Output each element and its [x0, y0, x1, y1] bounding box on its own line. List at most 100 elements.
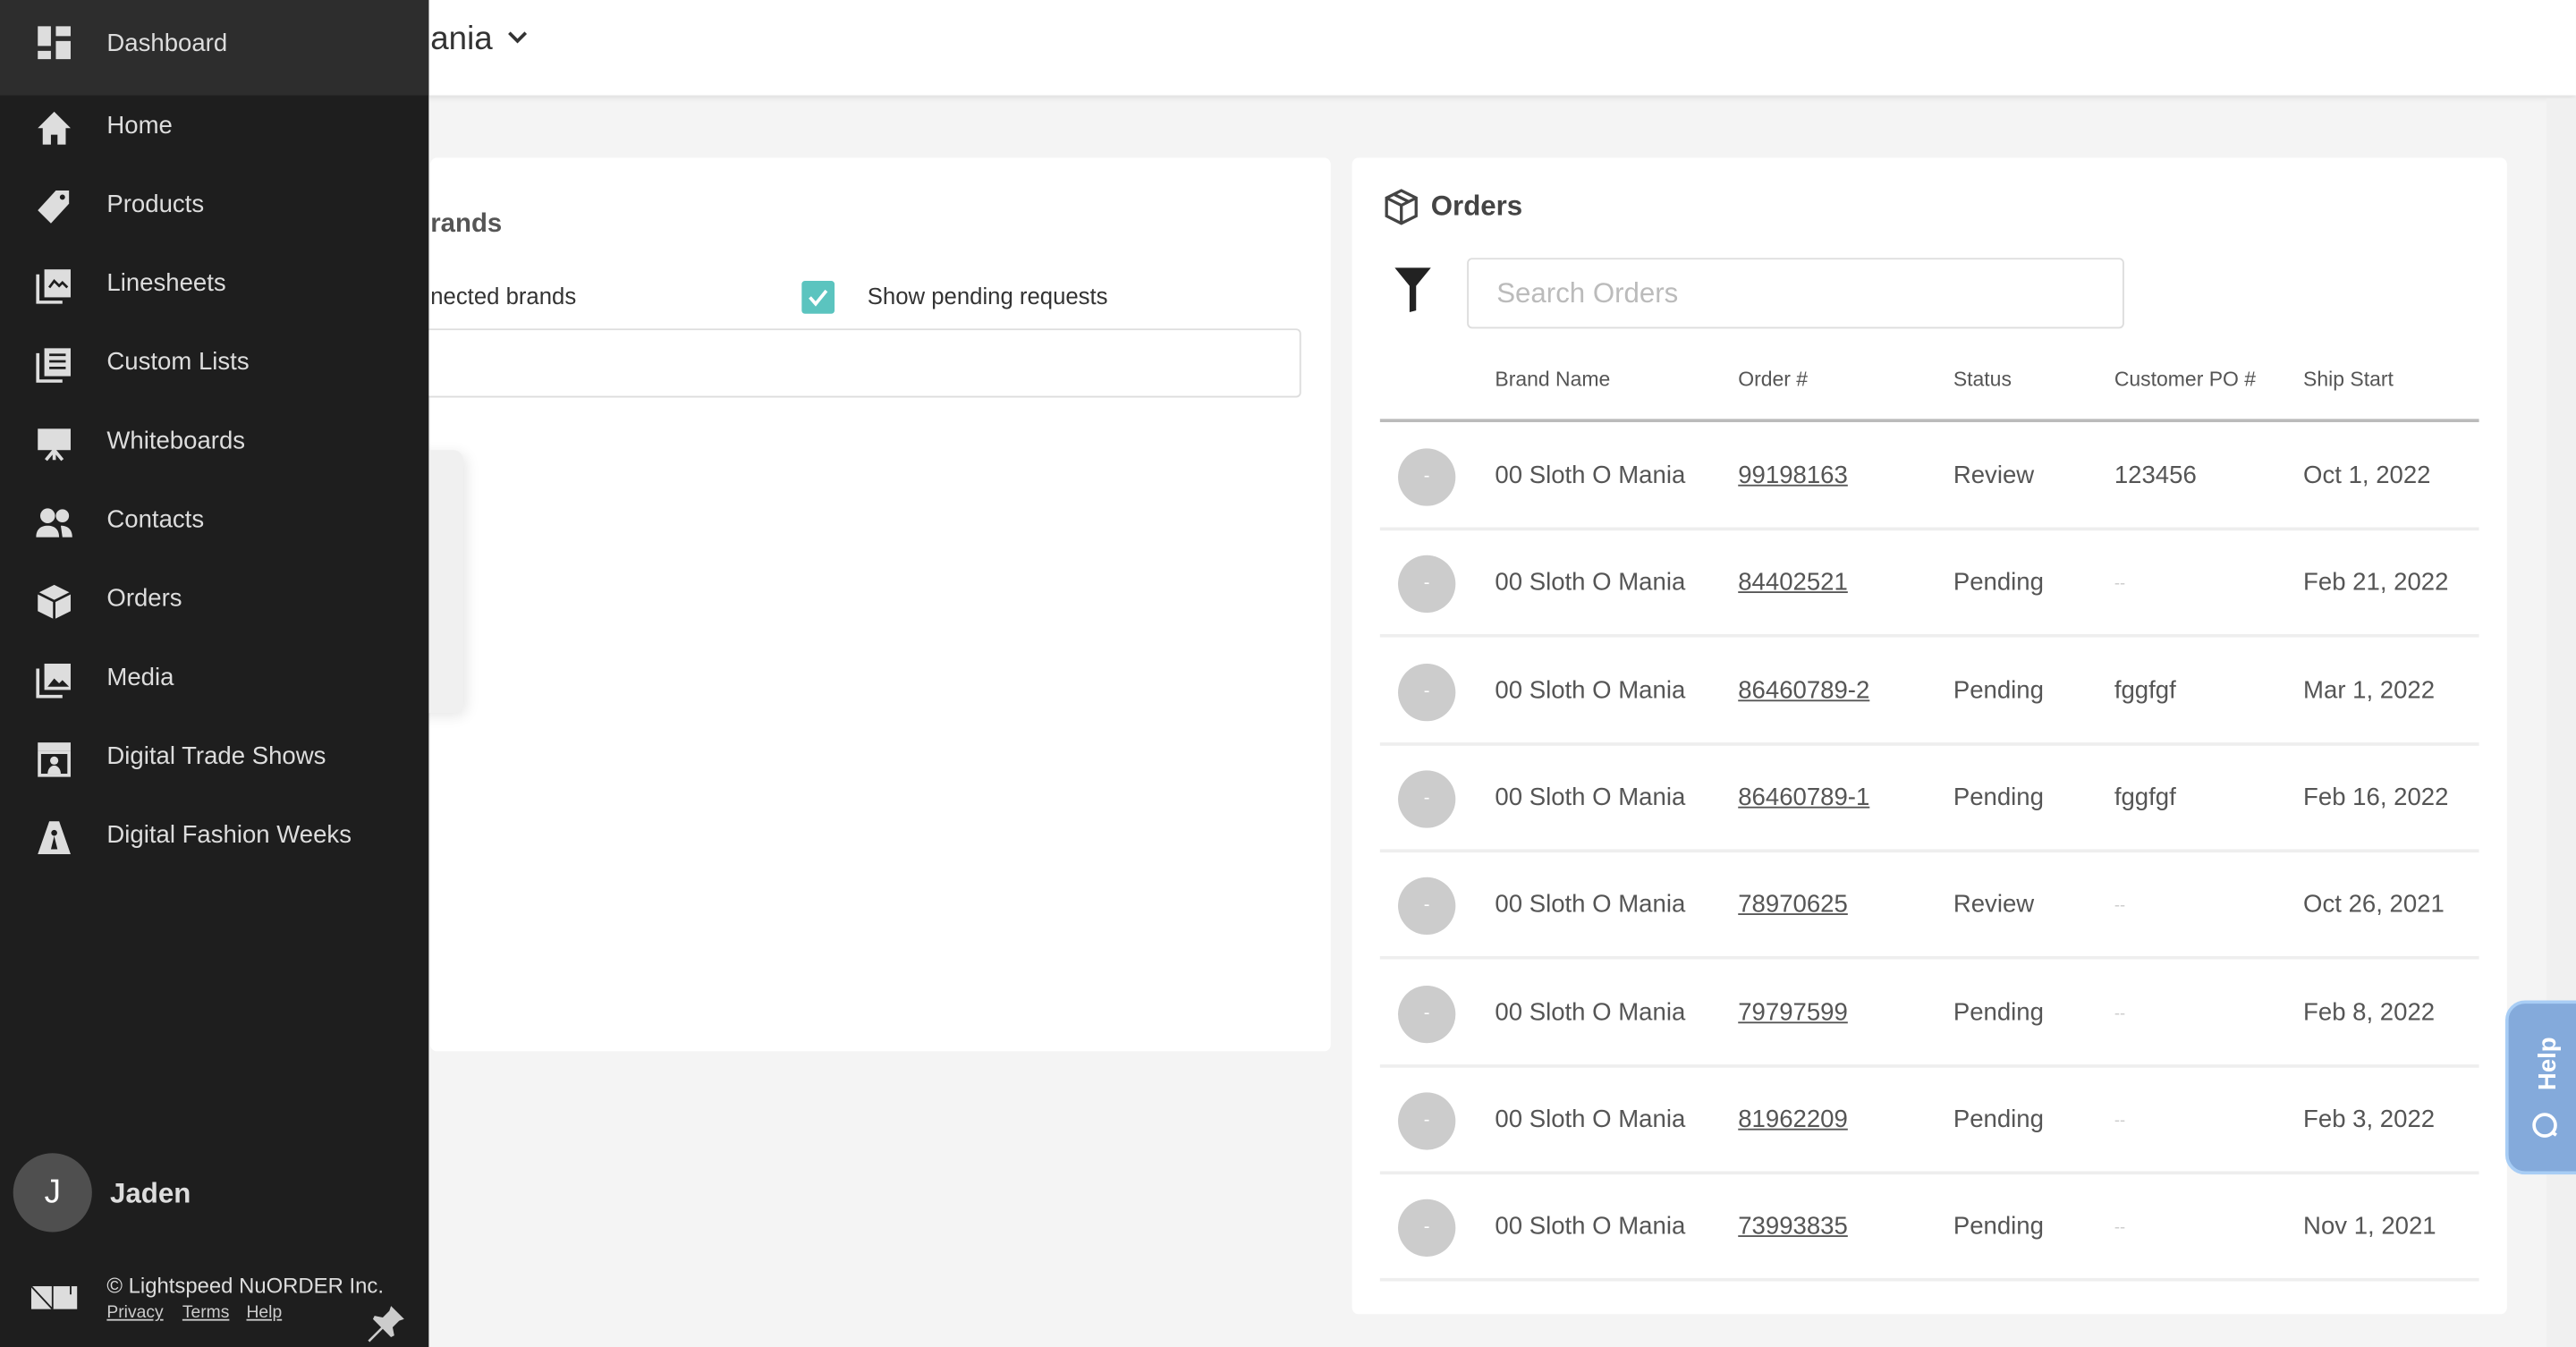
ship-start: Feb 3, 2022 [2303, 1105, 2436, 1133]
sidebar-item-label: Dashboard [106, 30, 228, 58]
brand-name: 00 Sloth O Mania [1495, 1105, 1686, 1133]
ship-start: Oct 1, 2022 [2303, 462, 2431, 490]
help-link[interactable]: Help [247, 1302, 283, 1322]
sidebar-item-products[interactable]: Products [0, 171, 428, 243]
brand-avatar: - [1398, 985, 1456, 1043]
privacy-link[interactable]: Privacy [106, 1302, 163, 1322]
chevron-down-icon[interactable] [503, 23, 532, 53]
whiteboard-icon [38, 428, 71, 462]
table-row[interactable]: - 00 Sloth O Mania 79797599 Pending -- F… [1379, 960, 2479, 1067]
sidebar-item-dashboard[interactable]: Dashboard [0, 0, 429, 96]
ship-start: Feb 8, 2022 [2303, 997, 2436, 1026]
sidebar-item-media[interactable]: Media [0, 644, 428, 716]
brand-avatar: - [1398, 448, 1456, 506]
sidebar-item-digital-trade-shows[interactable]: Digital Trade Shows [0, 723, 428, 795]
terms-link[interactable]: Terms [182, 1302, 230, 1322]
order-status: Review [1953, 890, 2035, 919]
brand-selector-title[interactable]: ania [430, 21, 492, 59]
show-pending-checkbox[interactable] [801, 281, 835, 314]
image-icon [36, 663, 71, 699]
table-row[interactable]: - 00 Sloth O Mania 73993835 Pending -- N… [1379, 1174, 2479, 1282]
sidebar-item-home[interactable]: Home [0, 92, 428, 165]
show-pending-label[interactable]: Show pending requests [868, 283, 1108, 309]
order-status: Review [1953, 462, 2035, 490]
brand-name: 00 Sloth O Mania [1495, 569, 1686, 597]
table-row[interactable]: - 00 Sloth O Mania 86460789-1 Pending fg… [1379, 746, 2479, 852]
brand-avatar: - [1398, 555, 1456, 614]
sidebar-item-whiteboards[interactable]: Whiteboards [0, 407, 428, 479]
brand-name: 00 Sloth O Mania [1495, 1212, 1686, 1241]
column-ship-start[interactable]: Ship Start [2303, 368, 2394, 391]
sidebar: Dashboard Home Products Linesheets Custom L… [0, 0, 429, 1347]
orders-title: Orders [1430, 191, 1523, 222]
sidebar-item-label: Whiteboards [106, 427, 246, 455]
customer-po: -- [2114, 1112, 2126, 1131]
order-number-link[interactable]: 78970625 [1738, 891, 1848, 919]
order-number-link[interactable]: 79797599 [1738, 998, 1848, 1026]
contacts-icon [36, 508, 72, 538]
nuorder-logo-icon [30, 1286, 78, 1309]
customer-po: -- [2114, 1218, 2126, 1238]
sidebar-item-orders[interactable]: Orders [0, 565, 428, 638]
brand-name: 00 Sloth O Mania [1495, 675, 1686, 705]
table-row[interactable]: - 00 Sloth O Mania 81962209 Pending -- F… [1379, 1067, 2479, 1174]
copyright-text: © Lightspeed NuORDER Inc. [106, 1273, 384, 1298]
sidebar-item-label: Digital Fashion Weeks [106, 821, 352, 850]
home-icon [38, 111, 71, 145]
search-orders-input[interactable] [1467, 258, 2124, 329]
table-row[interactable]: - 00 Sloth O Mania 78970625 Review -- Oc… [1379, 853, 2479, 960]
column-status[interactable]: Status [1953, 368, 2012, 391]
orders-card: Orders Brand Name Order # Status Custome… [1352, 157, 2507, 1315]
order-number-link[interactable]: 84402521 [1738, 569, 1848, 597]
user-name[interactable]: Jaden [110, 1178, 191, 1211]
brand-avatar: - [1398, 1199, 1456, 1258]
ship-start: Feb 16, 2022 [2303, 783, 2449, 812]
runway-icon [38, 821, 71, 855]
brand-name: 00 Sloth O Mania [1495, 997, 1686, 1026]
table-row[interactable]: - 00 Sloth O Mania 99198163 Review 12345… [1379, 424, 2479, 531]
brand-avatar: - [1398, 877, 1456, 936]
table-row[interactable]: - 00 Sloth O Mania 84402521 Pending -- F… [1379, 531, 2479, 639]
order-status: Pending [1953, 569, 2044, 597]
table-row[interactable]: - 00 Sloth O Mania 86460789-2 Pending fg… [1379, 639, 2479, 746]
dashboard-icon [38, 26, 71, 60]
sidebar-item-digital-fashion-weeks[interactable]: Digital Fashion Weeks [0, 801, 428, 874]
sidebar-item-contacts[interactable]: Contacts [0, 487, 428, 559]
storefront-icon [38, 742, 71, 777]
list-icon [36, 348, 71, 383]
filter-icon[interactable] [1394, 267, 1431, 312]
brands-card-title: rands [430, 210, 503, 239]
order-number-link[interactable]: 86460789-2 [1738, 676, 1869, 704]
linesheets-icon [36, 269, 71, 304]
chat-bubble-icon [2532, 1113, 2557, 1138]
connected-brands-label[interactable]: nected brands [430, 283, 576, 309]
order-number-link[interactable]: 81962209 [1738, 1106, 1848, 1133]
help-tab[interactable]: Help [2504, 1000, 2576, 1175]
sidebar-item-linesheets[interactable]: Linesheets [0, 250, 428, 322]
brand-avatar: - [1398, 663, 1456, 721]
customer-po: -- [2114, 897, 2126, 916]
order-number-link[interactable]: 86460789-1 [1738, 784, 1869, 811]
avatar[interactable]: J [13, 1153, 92, 1233]
pin-icon[interactable] [365, 1302, 408, 1345]
sidebar-item-custom-lists[interactable]: Custom Lists [0, 328, 428, 401]
column-customer-po[interactable]: Customer PO # [2114, 368, 2256, 391]
order-status: Pending [1953, 1212, 2044, 1241]
orders-table-header: Brand Name Order # Status Customer PO # … [1379, 352, 2479, 423]
ship-start: Feb 21, 2022 [2303, 569, 2449, 597]
sidebar-item-label: Contacts [106, 505, 205, 534]
column-brand-name[interactable]: Brand Name [1495, 368, 1610, 391]
column-order-number[interactable]: Order # [1738, 368, 1808, 391]
customer-po: 123456 [2114, 462, 2197, 490]
order-status: Pending [1953, 997, 2044, 1026]
sidebar-item-label: Digital Trade Shows [106, 742, 326, 771]
order-number-link[interactable]: 73993835 [1738, 1213, 1848, 1241]
brand-name: 00 Sloth O Mania [1495, 783, 1686, 812]
order-number-link[interactable]: 99198163 [1738, 462, 1848, 489]
brands-card: rands nected brands Show pending request… [413, 157, 1331, 1052]
brands-search-input[interactable] [413, 328, 1301, 398]
box-icon [1385, 189, 1418, 225]
help-tab-label: Help [2534, 1037, 2563, 1091]
sidebar-item-label: Media [106, 663, 174, 692]
sidebar-item-label: Orders [106, 584, 182, 614]
